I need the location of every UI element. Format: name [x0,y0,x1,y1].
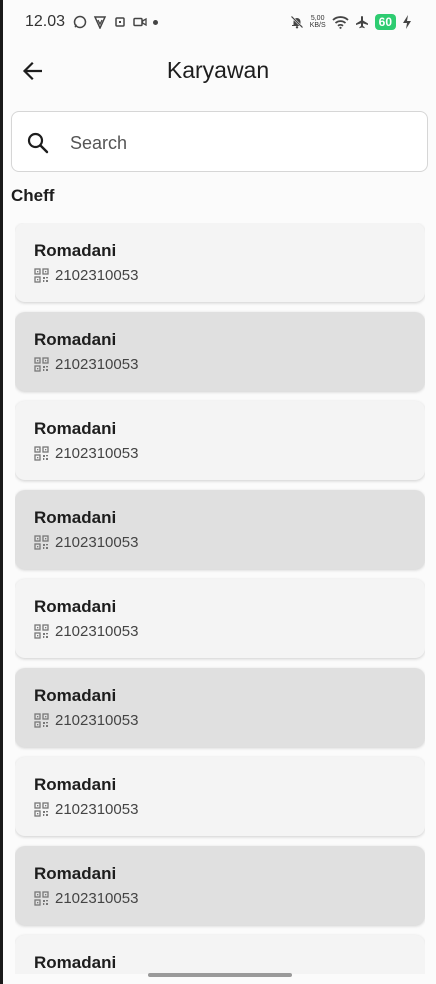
section-title: Cheff [11,186,55,205]
status-bar: 12.03 5,00 KB/S 60 [0,0,436,44]
employee-list[interactable]: Romadani 2102310053 Romadani 2102310053 Roma… [15,223,425,974]
qr-code-icon [34,802,49,817]
employee-id-row: 2102310053 [34,623,138,640]
bell-off-icon [290,15,303,29]
employee-name: Romadani [34,686,117,705]
screen-edge [0,0,3,984]
app-bar: Karyawan [0,44,436,98]
employee-id: 2102310053 [55,356,139,373]
qr-code-icon [34,624,49,639]
network-speed-value: 5,00 [310,15,325,22]
employee-id-row: 2102310053 [34,445,138,462]
employee-card[interactable]: Romadani 2102310053 [15,579,425,658]
employee-card[interactable]: Romadani 2102310053 [15,846,425,925]
status-time: 12.03 [25,13,66,30]
employee-id: 2102310053 [55,445,139,462]
qr-code-icon [34,446,49,461]
employee-name: Romadani [34,597,117,616]
employee-id: 2102310053 [55,712,139,729]
network-speed-unit: KB/S [309,22,326,29]
employee-card[interactable]: Romadani 2102310053 [15,223,425,302]
employee-card[interactable]: Romadani2102310053 [15,935,425,974]
employee-name: Romadani [34,419,117,438]
page-title: Karyawan [166,57,270,83]
employee-id-row: 2102310053 [34,356,138,373]
search-input[interactable] [68,122,412,164]
employee-name: Romadani [34,864,117,883]
vpn-shield-icon [93,16,107,29]
qr-code-icon [34,713,49,728]
airplane-icon [355,16,368,29]
employee-name: Romadani [34,775,117,794]
charging-icon [403,15,411,29]
qr-code-icon [34,357,49,372]
app-icon [115,17,125,27]
employee-name: Romadani [34,953,117,972]
employee-id: 2102310053 [55,534,139,551]
employee-card[interactable]: Romadani 2102310053 [15,312,425,391]
employee-card[interactable]: Romadani 2102310053 [15,490,425,569]
search-box[interactable] [11,111,428,172]
search-icon [27,132,49,154]
gesture-nav-bar[interactable] [148,973,292,977]
wifi-icon [332,16,349,29]
dot-icon [153,19,159,25]
employee-id-row: 2102310053 [34,712,138,729]
employee-id: 2102310053 [55,801,139,818]
employee-name: Romadani [34,241,117,260]
video-icon [133,17,147,27]
qr-code-icon [34,268,49,283]
employee-id-row: 2102310053 [34,267,138,284]
employee-card[interactable]: Romadani 2102310053 [15,401,425,480]
employee-id-row: 2102310053 [34,801,138,818]
employee-name: Romadani [34,330,117,349]
employee-id-row: 2102310053 [34,534,138,551]
qr-code-icon [34,891,49,906]
employee-id: 2102310053 [55,267,139,284]
screen: 12.03 5,00 KB/S 60 Karyawan Search Cheff… [0,0,436,984]
status-bar-right: 5,00 KB/S 60 [290,14,412,30]
status-bar-left: 12.03 [25,13,159,31]
employee-name: Romadani [34,508,117,527]
employee-id: 2102310053 [55,890,139,907]
employee-card[interactable]: Romadani 2102310053 [15,757,425,836]
employee-id: 2102310053 [55,623,139,640]
whatsapp-icon [73,15,87,29]
employee-card[interactable]: Romadani 2102310053 [15,668,425,747]
network-speed: 5,00 KB/S [310,15,326,29]
employee-id-row: 2102310053 [34,890,138,907]
qr-code-icon [34,535,49,550]
battery-level: 60 [374,14,396,30]
